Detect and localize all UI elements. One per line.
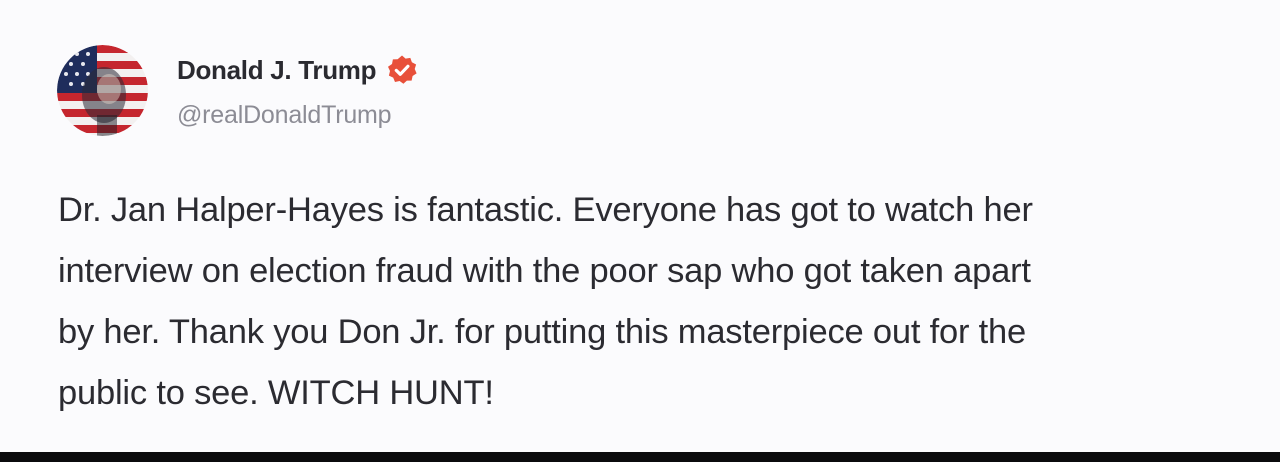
- post-text-line: by her. Thank you Don Jr. for putting th…: [58, 313, 1027, 351]
- author-display-name[interactable]: Donald J. Trump: [177, 55, 376, 86]
- post-card: Donald J. Trump @realDonaldTrump Dr. Jan…: [0, 0, 1280, 452]
- avatar-image: [57, 45, 148, 136]
- post-text-line: public to see. WITCH HUNT!: [58, 374, 494, 412]
- post-text-line: Dr. Jan Halper-Hayes is fantastic. Every…: [58, 191, 1033, 229]
- profile-avatar[interactable]: [57, 45, 148, 136]
- post-text: Dr. Jan Halper-Hayes is fantastic. Every…: [58, 180, 1273, 424]
- author-handle[interactable]: @realDonaldTrump: [177, 101, 392, 130]
- bottom-divider: [0, 452, 1280, 462]
- author-row: Donald J. Trump: [177, 55, 418, 85]
- post-text-line: interview on election fraud with the poo…: [58, 252, 1031, 290]
- verified-badge-icon: [386, 54, 418, 86]
